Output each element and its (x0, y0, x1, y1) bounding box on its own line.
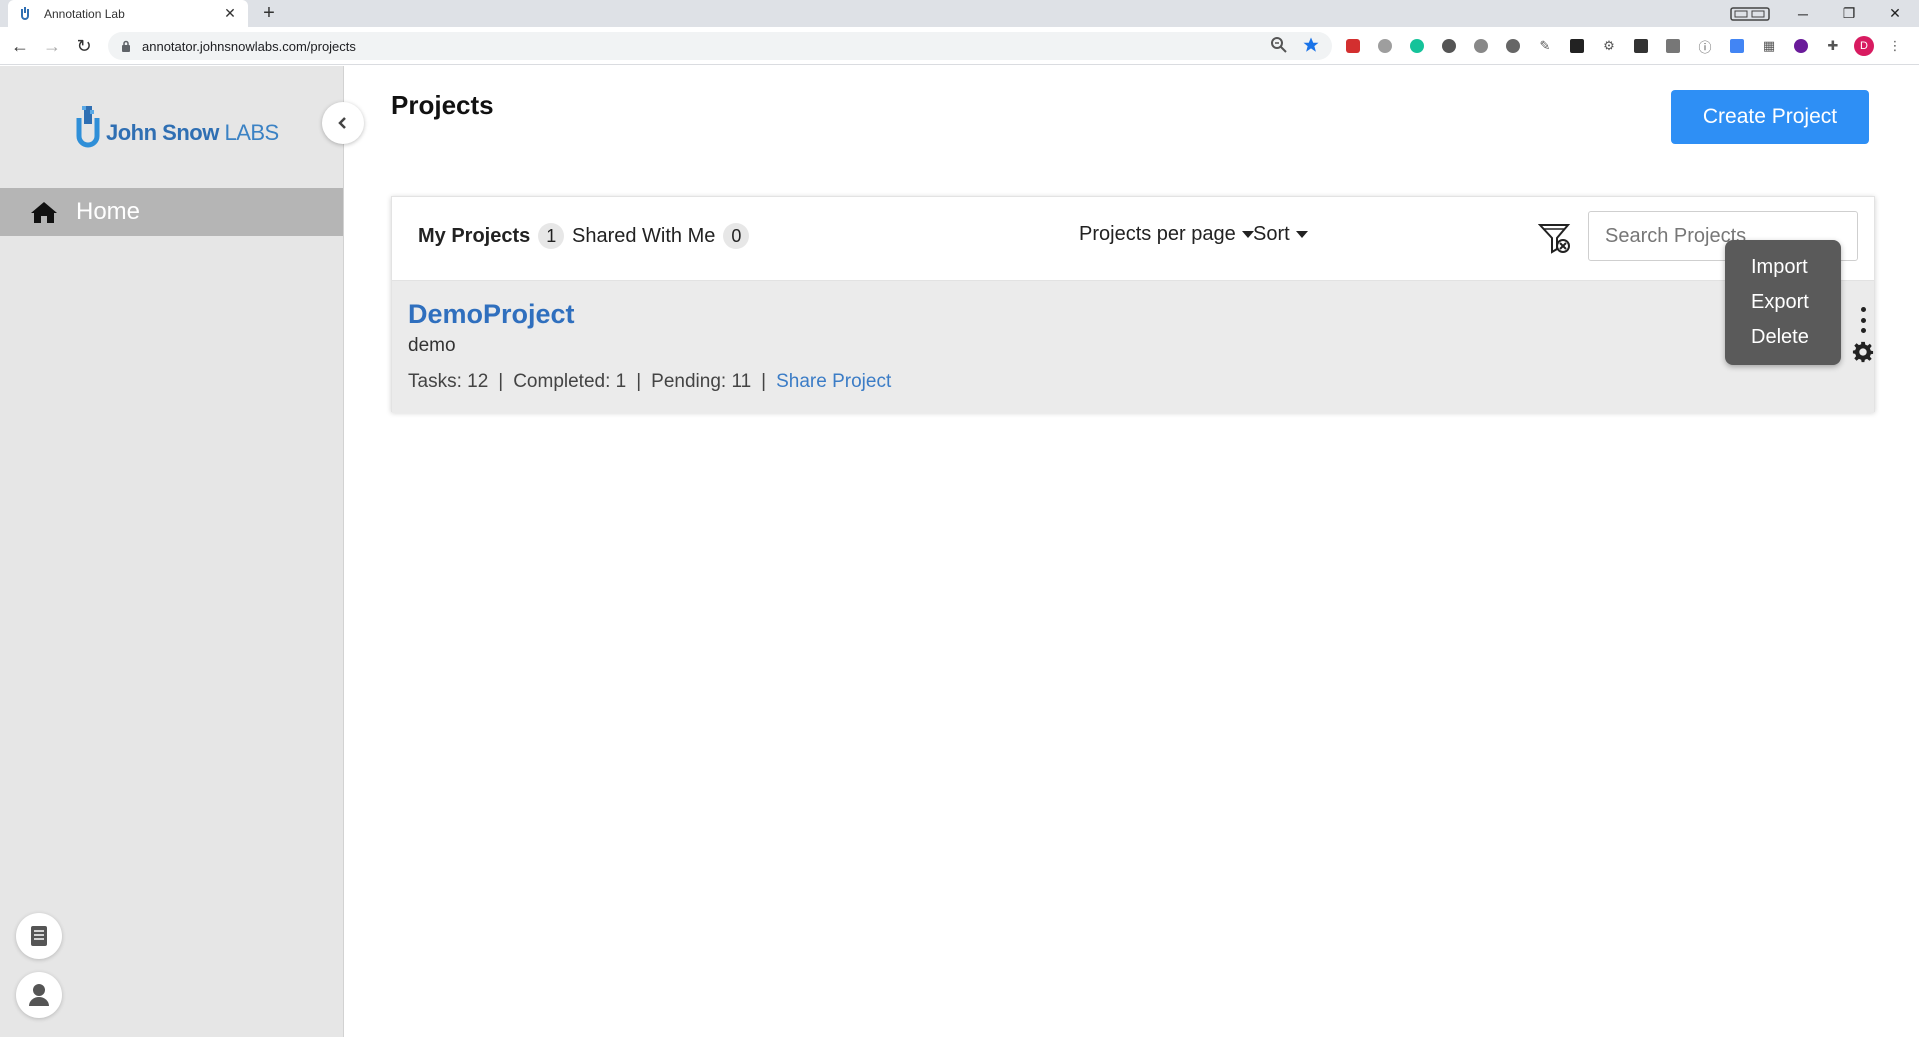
profile-avatar[interactable]: D (1854, 36, 1874, 56)
project-tasks-count: Tasks: 12 (408, 371, 489, 392)
sidebar-item-label: Home (76, 198, 141, 225)
clear-filter-icon[interactable] (1538, 221, 1572, 255)
lock-icon (122, 40, 130, 52)
extension-info-icon[interactable]: ⓘ (1694, 36, 1716, 56)
extension-code-icon[interactable] (1662, 36, 1684, 56)
stats-separator: | (636, 371, 642, 392)
caret-down-icon (1241, 231, 1254, 238)
address-url: annotator.johnsnowlabs.com/projects (142, 38, 356, 54)
project-description: demo (408, 335, 456, 356)
zoom-icon[interactable] (1270, 36, 1288, 54)
project-options-kebab-icon[interactable] (1858, 307, 1868, 333)
browser-tab-title: Annotation Lab (44, 6, 125, 21)
my-projects-count-badge: 1 (538, 223, 565, 249)
extension-pen-icon[interactable]: ✎ (1534, 36, 1556, 56)
project-stats: Tasks: 12 | Completed: 1 | Pending: 11 |… (408, 371, 891, 393)
logo-flask-icon (76, 106, 100, 148)
extension-red-icon[interactable] (1342, 36, 1364, 56)
projects-per-page-dropdown[interactable]: Projects per page (1079, 223, 1254, 246)
close-window-icon[interactable]: ✕ (1872, 0, 1918, 27)
sidebar-item-home[interactable]: Home (0, 188, 343, 236)
project-pending-count: Pending: 11 (651, 371, 752, 392)
projects-panel-header: My Projects 1 Shared With Me 0 Projects … (392, 197, 1874, 281)
brand-name: John Snow LABS (106, 120, 279, 145)
browser-tab[interactable]: Annotation Lab ✕ (8, 0, 248, 27)
bookmark-star-icon[interactable] (1302, 36, 1320, 54)
browser-toolbar: ← → ↻ annotator.johnsnowlabs.com/project… (0, 27, 1919, 65)
back-arrow-icon[interactable]: ← (8, 34, 32, 58)
extensions-puzzle-icon[interactable]: ✚ (1822, 36, 1844, 56)
share-project-link[interactable]: Share Project (776, 371, 891, 393)
project-row[interactable]: DemoProject demo Tasks: 12 | Completed: … (392, 281, 1874, 413)
extension-dark-circle-icon[interactable] (1438, 36, 1460, 56)
tab-search-icon[interactable] (1727, 0, 1773, 27)
chevron-left-icon (338, 117, 346, 129)
menu-item-delete[interactable]: Delete (1725, 322, 1841, 357)
google-translate-icon[interactable] (1726, 36, 1748, 56)
extension-shield-icon[interactable] (1470, 36, 1492, 56)
extension-jb-icon[interactable] (1566, 36, 1588, 56)
shared-count-badge: 0 (723, 223, 750, 249)
page-title: Projects (391, 90, 494, 120)
stats-separator: | (498, 371, 504, 392)
browser-tabstrip: Annotation Lab ✕ + ─ ❐ ✕ (0, 0, 1919, 27)
new-tab-icon[interactable]: + (258, 2, 280, 24)
extension-purple-icon[interactable] (1790, 36, 1812, 56)
annotation-lab-favicon-icon (18, 6, 32, 21)
close-tab-icon[interactable]: ✕ (222, 5, 238, 22)
john-snow-labs-logo: John Snow LABS (74, 104, 279, 152)
minimize-window-icon[interactable]: ─ (1780, 0, 1826, 27)
collapse-sidebar-button[interactable] (322, 102, 364, 144)
user-icon (29, 984, 49, 1006)
tab-shared-with-me[interactable]: Shared With Me 0 (572, 223, 750, 249)
stats-separator: | (761, 371, 767, 392)
extension-se-icon[interactable] (1630, 36, 1652, 56)
browser-menu-icon[interactable]: ⋮ (1884, 36, 1906, 56)
create-project-button[interactable]: Create Project (1671, 90, 1869, 144)
tab-my-projects[interactable]: My Projects 1 (418, 223, 565, 249)
sort-dropdown[interactable]: Sort (1253, 223, 1308, 246)
reload-icon[interactable]: ↻ (72, 34, 96, 58)
project-name-link[interactable]: DemoProject (408, 299, 575, 330)
grammarly-icon[interactable] (1406, 36, 1428, 56)
address-bar[interactable]: annotator.johnsnowlabs.com/projects (108, 32, 1332, 60)
document-icon (31, 926, 47, 946)
main-content: Projects Create Project My Projects 1 Sh… (345, 66, 1919, 1037)
menu-item-import[interactable]: Import (1725, 252, 1841, 287)
extension-qr-icon[interactable]: ▦ (1758, 36, 1780, 56)
restore-window-icon[interactable]: ❐ (1826, 0, 1872, 27)
extension-translate-icon[interactable] (1374, 36, 1396, 56)
extension-speedometer-icon[interactable] (1502, 36, 1524, 56)
documentation-button[interactable] (16, 913, 62, 959)
user-profile-button[interactable] (16, 972, 62, 1018)
caret-down-icon (1295, 231, 1308, 238)
project-settings-gear-icon[interactable] (1852, 341, 1874, 363)
projects-panel: My Projects 1 Shared With Me 0 Projects … (391, 196, 1875, 413)
sidebar: John Snow LABS Home (0, 66, 364, 1037)
project-completed-count: Completed: 1 (513, 371, 627, 392)
forward-arrow-icon[interactable]: → (40, 34, 64, 58)
project-options-menu: Import Export Delete (1725, 240, 1841, 365)
extension-gear-icon[interactable]: ⚙ (1598, 36, 1620, 56)
menu-item-export[interactable]: Export (1725, 287, 1841, 322)
home-icon (31, 202, 57, 223)
